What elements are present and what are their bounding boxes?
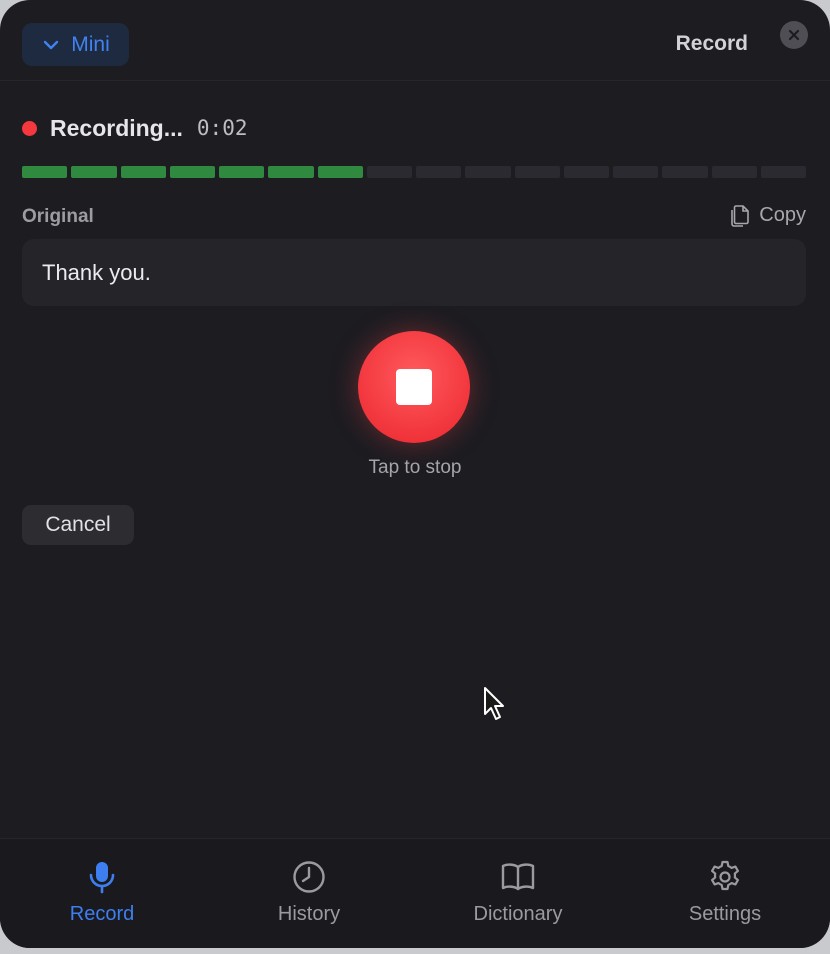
- level-segment: [366, 166, 412, 178]
- tab-bar: Record History Dictionary Settings: [0, 838, 830, 948]
- tab-dictionary-label: Dictionary: [473, 903, 563, 925]
- close-icon: [788, 29, 800, 41]
- copy-icon: [731, 205, 750, 227]
- level-segment: [120, 166, 166, 178]
- tab-record-label: Record: [69, 903, 135, 925]
- tab-record[interactable]: Record: [2, 839, 202, 948]
- book-icon: [501, 863, 535, 891]
- recording-label: Recording...: [50, 114, 183, 141]
- recording-dot-icon: [22, 120, 37, 136]
- level-segment: [514, 166, 560, 178]
- recording-status: Recording... 0:02: [22, 114, 247, 142]
- close-button[interactable]: [780, 21, 808, 49]
- stop-hint: Tap to stop: [368, 457, 462, 478]
- stop-icon: [396, 369, 432, 405]
- copy-label: Copy: [759, 204, 806, 226]
- transcript-section-label: Original: [22, 206, 94, 227]
- audio-level-meter: [22, 166, 806, 178]
- stop-recording-button[interactable]: [358, 331, 470, 443]
- level-segment: [711, 166, 757, 178]
- microphone-icon: [89, 862, 115, 894]
- clock-icon: [293, 861, 325, 893]
- level-segment: [662, 166, 708, 178]
- tab-settings-label: Settings: [688, 903, 762, 925]
- level-segment: [219, 166, 265, 178]
- mouse-cursor-icon: [484, 687, 504, 720]
- transcript-box[interactable]: Thank you.: [22, 239, 806, 306]
- record-window: Mini Record Recording... 0:02 Original C…: [0, 0, 830, 948]
- level-segment: [563, 166, 609, 178]
- level-segment: [169, 166, 215, 178]
- header: Mini Record: [0, 0, 830, 81]
- gear-icon: [711, 860, 739, 891]
- transcript-text: Thank you.: [42, 260, 151, 285]
- copy-button[interactable]: Copy: [729, 203, 806, 228]
- level-segment: [760, 166, 806, 178]
- level-segment: [268, 166, 314, 178]
- tab-dictionary[interactable]: Dictionary: [418, 839, 618, 948]
- level-segment: [71, 166, 117, 178]
- cancel-button[interactable]: Cancel: [22, 505, 134, 545]
- mini-mode-button[interactable]: Mini: [22, 23, 129, 66]
- level-segment: [22, 166, 68, 178]
- tab-history[interactable]: History: [209, 839, 409, 948]
- tab-settings[interactable]: Settings: [625, 839, 825, 948]
- level-segment: [416, 166, 462, 178]
- level-segment: [465, 166, 511, 178]
- level-segment: [613, 166, 659, 178]
- tab-history-label: History: [277, 903, 341, 925]
- recording-timer: 0:02: [196, 116, 248, 140]
- page-title: Record: [675, 32, 748, 55]
- chevron-down-icon: [44, 40, 59, 49]
- level-segment: [317, 166, 363, 178]
- mini-mode-label: Mini: [71, 32, 110, 56]
